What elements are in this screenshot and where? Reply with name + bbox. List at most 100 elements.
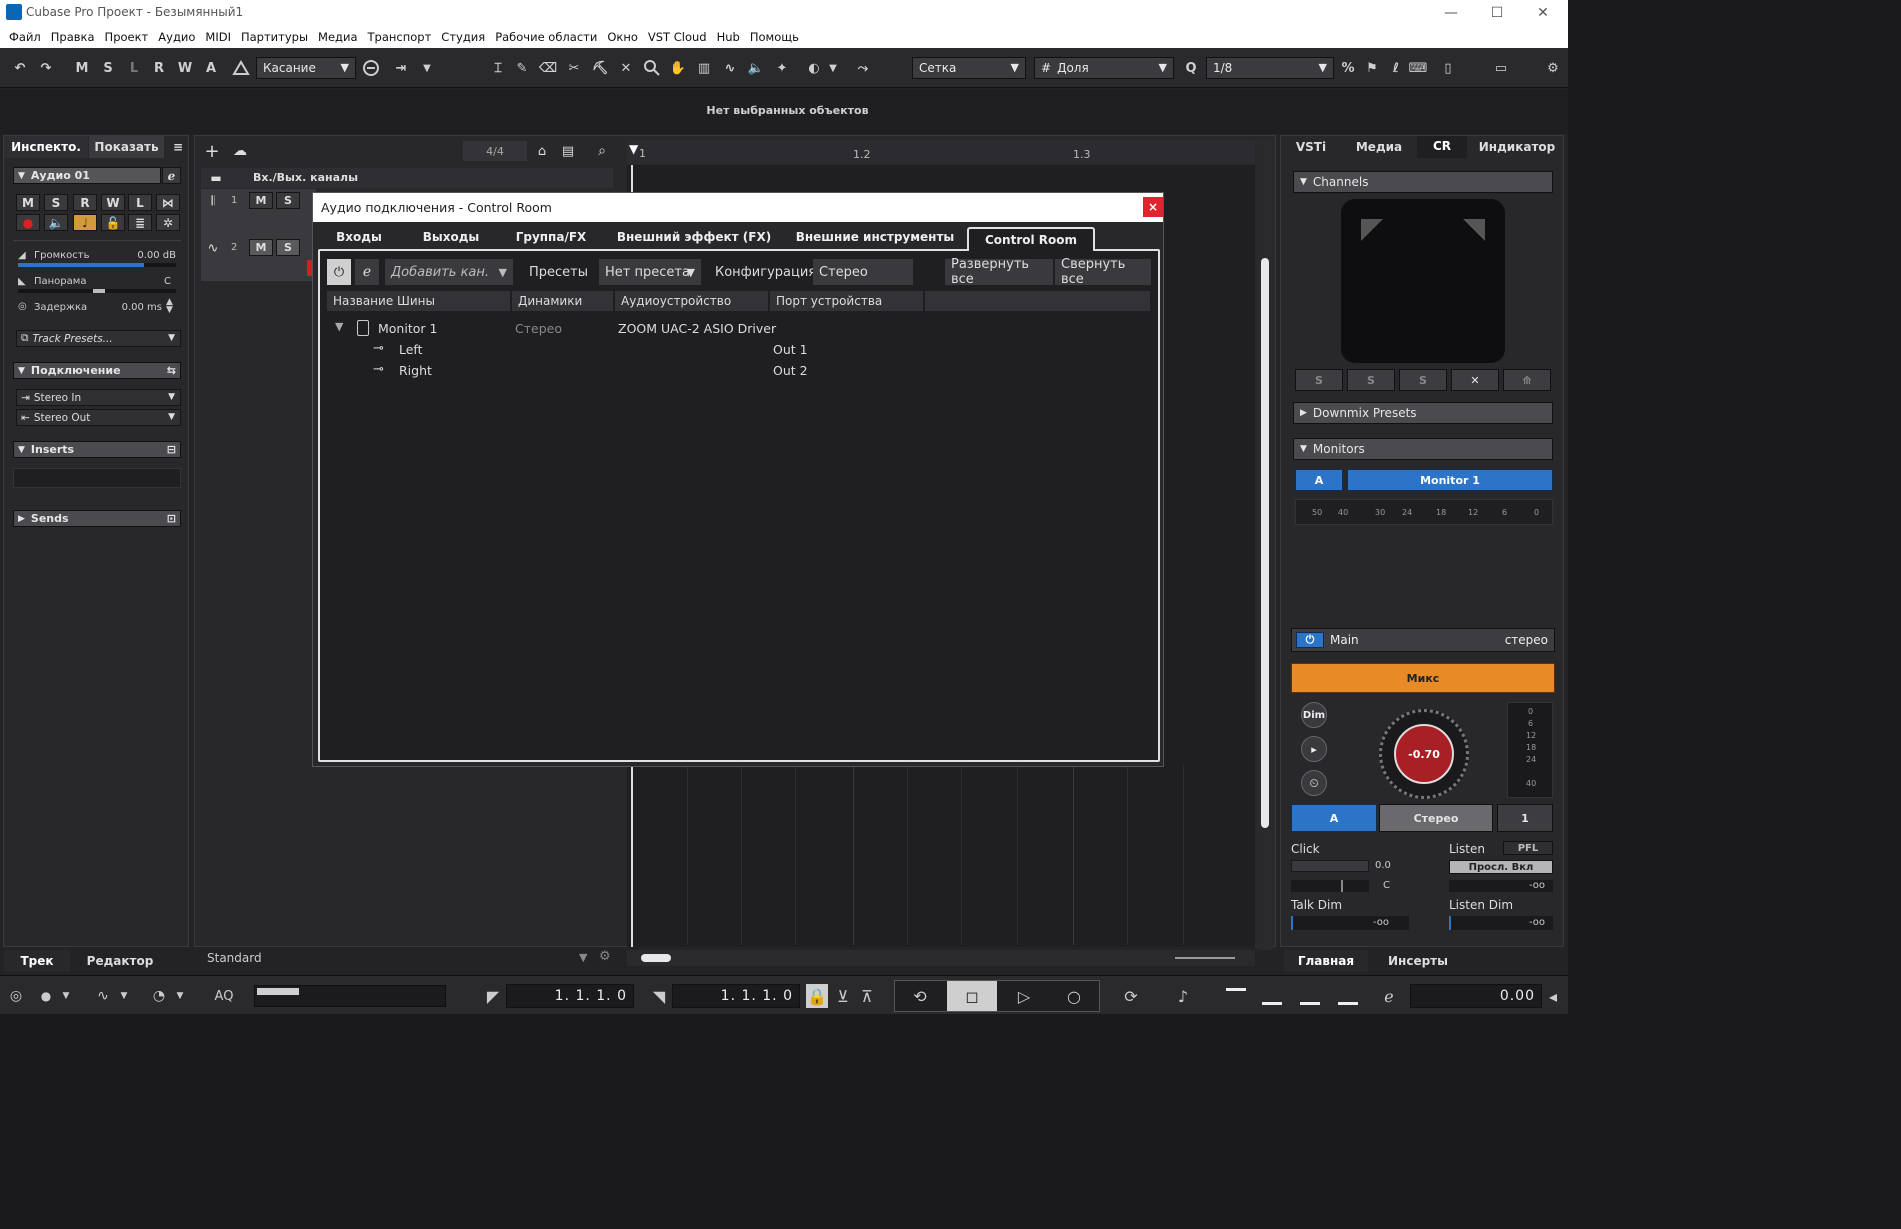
quantize-icon[interactable]: Q (1180, 57, 1202, 79)
delay-value[interactable]: 0.00 ms (114, 302, 162, 313)
automation-mode-select[interactable]: Касание ▼ (256, 57, 356, 79)
chevron-down-icon[interactable]: ▼ (418, 57, 436, 79)
track2-mute-button[interactable]: M (249, 239, 273, 256)
routing-section-header[interactable]: ▼ Подключение ⇆ (13, 362, 181, 379)
volume-knob[interactable]: -0.70 (1379, 709, 1469, 799)
write-button[interactable]: W (101, 194, 125, 211)
menu-hub[interactable]: Hub (712, 30, 745, 44)
channel-port[interactable]: Out 1 (773, 342, 808, 357)
table-row[interactable]: ⊸ Left Out 1 (327, 340, 1151, 360)
track2-solo-button[interactable]: S (276, 239, 300, 256)
record-icon[interactable]: ○ (1049, 981, 1099, 1011)
tab-outputs[interactable]: Выходы (403, 225, 499, 249)
monitor-a-button[interactable]: A (1295, 469, 1343, 491)
inserts-section-header[interactable]: ▼ Inserts ⊟ (13, 441, 181, 458)
left-locator-icon[interactable]: ◤ (484, 984, 502, 1008)
add-track-cloud-icon[interactable]: ☁ (229, 142, 251, 160)
pan-slider[interactable] (18, 289, 176, 293)
right-locator-display[interactable]: 1. 1. 1. 0 (672, 984, 800, 1008)
menu-studio[interactable]: Студия (436, 30, 490, 44)
add-channel-button[interactable]: Добавить кан. ▼ (385, 259, 513, 285)
expand-all-button[interactable]: Развернуть все (945, 257, 1053, 287)
edit-channel-icon[interactable]: ℯ (162, 167, 181, 184)
horizontal-scrollbar[interactable] (627, 950, 1255, 966)
tab-cr[interactable]: CR (1417, 136, 1467, 158)
performance-icon[interactable]: ◎ (6, 986, 26, 1006)
tab-main[interactable]: Главная (1284, 950, 1368, 972)
constrain-delay-icon[interactable] (360, 57, 382, 79)
column-bus-name[interactable]: Название Шины (327, 291, 511, 311)
power-icon[interactable]: ⏻ (1296, 632, 1324, 648)
auto-scroll-icon[interactable]: ◐ (804, 57, 824, 79)
insert-slot[interactable] (13, 468, 181, 488)
tab-external-fx[interactable]: Внешний эффект (FX) (603, 225, 785, 249)
metronome-click-icon[interactable]: ♪ (1172, 984, 1194, 1008)
tab-inputs[interactable]: Входы (321, 225, 397, 249)
swing-icon[interactable]: % (1338, 57, 1358, 79)
click-level-slider[interactable] (1291, 860, 1369, 872)
follow-icon[interactable]: ⟳ (1120, 984, 1142, 1008)
tab-visibility[interactable]: Показать (89, 136, 164, 158)
column-device-port[interactable]: Порт устройства (770, 291, 924, 311)
solo-all-button[interactable]: S (98, 57, 118, 79)
chevron-down-icon[interactable]: ▼ (60, 986, 72, 1006)
main-bus-header[interactable]: ⏻ Main стерео (1291, 628, 1555, 652)
track1-solo-button[interactable]: S (276, 192, 300, 209)
menu-project[interactable]: Проект (100, 30, 154, 44)
chord-icon[interactable]: ℓ (1386, 57, 1406, 79)
redo-icon[interactable]: ↷ (36, 57, 56, 79)
snap-to-zero-icon[interactable]: ⤳ (852, 57, 874, 79)
right-locator-icon[interactable]: ◥ (650, 984, 668, 1008)
tab-inspector[interactable]: Инспекто. (4, 136, 88, 158)
tab-vsti[interactable]: VSTi (1281, 136, 1341, 158)
speaker-panner[interactable] (1341, 199, 1505, 363)
chevron-down-icon[interactable]: ▼ (826, 57, 840, 79)
add-track-icon[interactable]: + (201, 141, 223, 162)
pfl-button[interactable]: PFL (1503, 841, 1553, 855)
solo-right-icon[interactable]: S (1399, 369, 1447, 391)
stop-icon[interactable]: ◻ (947, 981, 997, 1011)
lock-icon[interactable]: 🔓 (101, 214, 125, 231)
mute-tool-icon[interactable]: ✕ (616, 57, 636, 79)
collapse-all-button[interactable]: Свернуть все (1055, 257, 1151, 287)
snap-type-select[interactable]: Сетка ▼ (912, 57, 1026, 79)
listen-enable-button[interactable]: Просл. Вкл (1449, 860, 1553, 874)
column-audio-device[interactable]: Аудиоустройство (615, 291, 769, 311)
talk-dim-slider[interactable] (1291, 916, 1409, 930)
reset-panner-icon[interactable]: ⟰ (1503, 369, 1551, 391)
solo-left-icon[interactable]: S (1295, 369, 1343, 391)
erase-tool-icon[interactable]: ⌫ (538, 57, 558, 79)
layout-lower-icon[interactable]: ▭ (1490, 57, 1512, 79)
solo-center-icon[interactable]: S (1347, 369, 1395, 391)
configuration-select[interactable]: Стерео (813, 259, 913, 285)
close-window-button[interactable]: ✕ (1520, 0, 1566, 25)
time-warp-tool-icon[interactable]: ∿ (720, 57, 740, 79)
tempo-sync-icon[interactable]: ℯ (1378, 984, 1400, 1008)
mute-all-button[interactable]: M (72, 57, 92, 79)
aq-button[interactable]: AQ (206, 984, 242, 1008)
effects-icon[interactable]: ✲ (156, 214, 180, 231)
menu-scores[interactable]: Партитуры (236, 30, 313, 44)
volume-slider[interactable] (18, 263, 176, 267)
left-locator-display[interactable]: 1. 1. 1. 0 (506, 984, 634, 1008)
tab-group-fx[interactable]: Группа/FX (505, 225, 597, 249)
folder-track[interactable]: ▬ Вх./Вых. каналы (201, 168, 613, 188)
zoom-tool-icon[interactable] (642, 57, 662, 79)
write-all-button[interactable]: W (175, 57, 195, 79)
inspector-menu-icon[interactable]: ≡ (168, 136, 188, 158)
monitor-icon[interactable]: 🔈 (44, 214, 68, 231)
metronome-icon[interactable]: ⏲ (1301, 770, 1327, 796)
hand-tool-icon[interactable]: ✋ (668, 57, 688, 79)
mute-button[interactable]: M (16, 194, 40, 211)
menu-vst-cloud[interactable]: VST Cloud (643, 30, 712, 44)
monitors-section-header[interactable]: ▼ Monitors (1293, 438, 1553, 460)
maximize-button[interactable]: ☐ (1474, 0, 1520, 25)
track-presets-select[interactable]: ⧉ Track Presets... ▼ (16, 330, 181, 347)
settings-icon[interactable]: ⚙ (1542, 57, 1564, 79)
track1-mute-button[interactable]: M (249, 192, 273, 209)
one-button[interactable]: 1 (1497, 804, 1553, 832)
menu-media[interactable]: Медиа (313, 30, 362, 44)
dim-button[interactable]: Dim (1301, 702, 1327, 728)
time-base-icon[interactable]: ♩ (73, 214, 97, 231)
downmix-section-header[interactable]: ▶ Downmix Presets (1293, 402, 1553, 424)
